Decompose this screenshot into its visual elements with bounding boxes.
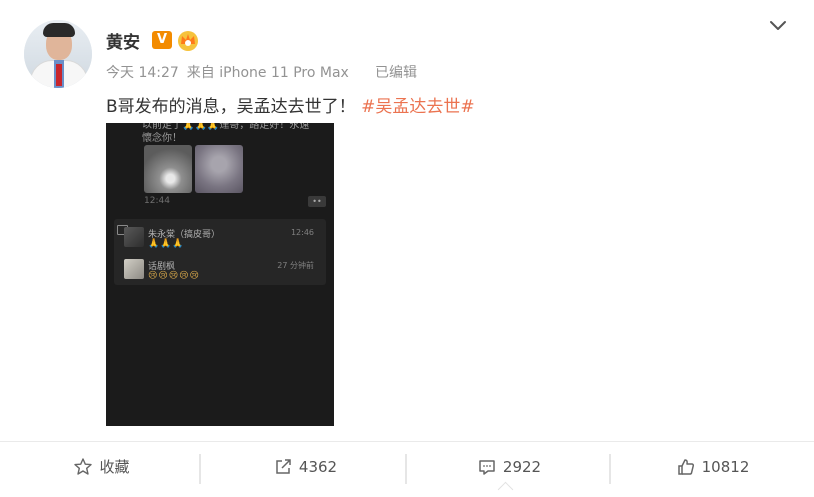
comment-icon (479, 459, 495, 475)
chevron-down-icon[interactable] (768, 16, 788, 36)
image-comment-row: 朱永棠（搞皮哥） 🙏🙏🙏 12:46 (124, 227, 314, 253)
comment-count: 2922 (502, 457, 542, 476)
repost-button[interactable]: 4362 (203, 442, 407, 491)
verified-badge-icon[interactable]: V (152, 31, 172, 49)
post-body: B哥发布的消息，吴孟达去世了！ (106, 97, 356, 117)
weibo-post: 黄安 V 今天 14:27 来自 iPhone 11 Pro Max 已编辑 B哥… (0, 0, 814, 497)
like-count: 10812 (701, 457, 750, 476)
post-time[interactable]: 今天 14:27 (106, 65, 179, 81)
image-comment-time: 27 分钟前 (277, 261, 314, 270)
avatar[interactable] (24, 20, 92, 88)
comment-button[interactable]: 2922 (407, 442, 611, 491)
like-button[interactable]: 10812 (611, 442, 814, 491)
favorite-button[interactable]: 收藏 (0, 442, 203, 491)
image-more-dots: •• (308, 196, 326, 207)
image-comment-emoji: 🙏🙏🙏 (148, 239, 185, 249)
post-meta: 今天 14:27 来自 iPhone 11 Pro Max (106, 62, 349, 82)
image-comment-emoji: 😢😢😢😢😢 (148, 271, 200, 281)
image-comment-avatar (124, 227, 144, 247)
image-caption-line1: 以前走了🙏🙏🙏達哥，路走好！永遠 (142, 123, 310, 131)
image-timestamp: 12:44 (144, 196, 170, 206)
divider (199, 454, 201, 484)
hashtag-link[interactable]: #吴孟达去世# (361, 97, 475, 117)
image-comment-avatar (124, 259, 144, 279)
thumbs-up-icon (677, 458, 694, 475)
favorite-label: 收藏 (99, 458, 130, 476)
image-caption: 以前走了🙏🙏🙏達哥，路走好！永遠 懷念你！ (142, 123, 332, 145)
edited-label[interactable]: 已编辑 (375, 62, 417, 82)
crown-icon[interactable] (176, 28, 200, 52)
image-caption-line2: 懷念你！ (142, 133, 182, 144)
image-comment-time: 12:46 (290, 228, 314, 237)
post-source: 来自 iPhone 11 Pro Max (186, 65, 349, 81)
author-name[interactable]: 黄安 (106, 28, 140, 53)
post-image[interactable]: 以前走了🙏🙏🙏達哥，路走好！永遠 懷念你！ 12:44 •• 朱永棠（搞皮哥） … (106, 123, 334, 426)
image-comment-row: 话剧枫 😢😢😢😢😢 27 分钟前 (124, 259, 314, 285)
repost-count: 4362 (298, 457, 338, 476)
star-outline-icon (74, 457, 93, 475)
image-thumbnail (144, 145, 192, 193)
post-text: B哥发布的消息，吴孟达去世了！ #吴孟达去世# (106, 92, 475, 117)
share-icon (276, 458, 291, 474)
image-thumbnail (195, 145, 243, 193)
action-bar: 收藏 4362 2922 10812 (0, 441, 814, 491)
